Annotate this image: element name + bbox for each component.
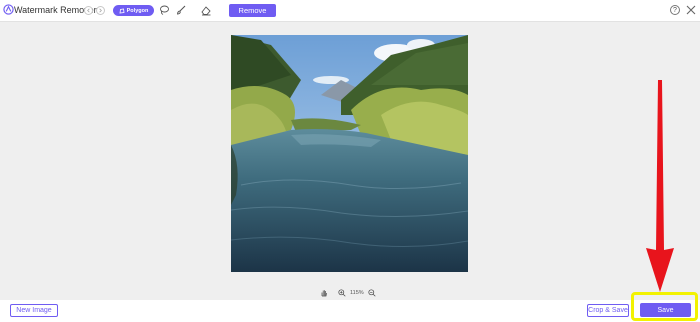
redo-button[interactable]	[96, 6, 105, 15]
eraser-icon[interactable]	[200, 4, 212, 16]
new-image-button[interactable]: New Image	[10, 304, 58, 317]
app-logo-icon	[3, 4, 14, 15]
watermark-remover-app: Watermark Remover Polygon Remove ? 115% …	[0, 0, 700, 322]
crop-and-save-button[interactable]: Crop & Save	[587, 304, 629, 317]
remove-button[interactable]: Remove	[229, 4, 276, 17]
close-icon[interactable]	[686, 5, 696, 15]
lake-photo	[231, 35, 468, 272]
undo-button[interactable]	[84, 6, 93, 15]
brush-icon[interactable]	[175, 4, 187, 16]
hand-icon[interactable]	[320, 289, 328, 297]
save-button[interactable]: Save	[640, 303, 691, 317]
red-arrow-annotation	[646, 80, 674, 292]
polygon-icon	[119, 8, 125, 13]
top-toolbar: Watermark Remover Polygon Remove ?	[0, 0, 700, 21]
zoom-level: 115%	[350, 289, 364, 296]
help-icon[interactable]: ?	[670, 5, 680, 15]
bottom-bar: New Image Crop & Save	[0, 300, 700, 322]
zoom-out-icon[interactable]	[368, 288, 376, 297]
zoom-in-icon[interactable]	[338, 288, 346, 297]
undo-icon	[87, 8, 90, 13]
zoom-controls: 115%	[320, 287, 376, 298]
polygon-tool-label: Polygon	[126, 7, 149, 14]
canvas-area: 115%	[0, 21, 700, 300]
polygon-tool-button[interactable]: Polygon	[113, 5, 154, 16]
edited-image[interactable]	[231, 35, 468, 272]
redo-icon	[99, 8, 102, 13]
lasso-icon[interactable]	[158, 4, 170, 16]
